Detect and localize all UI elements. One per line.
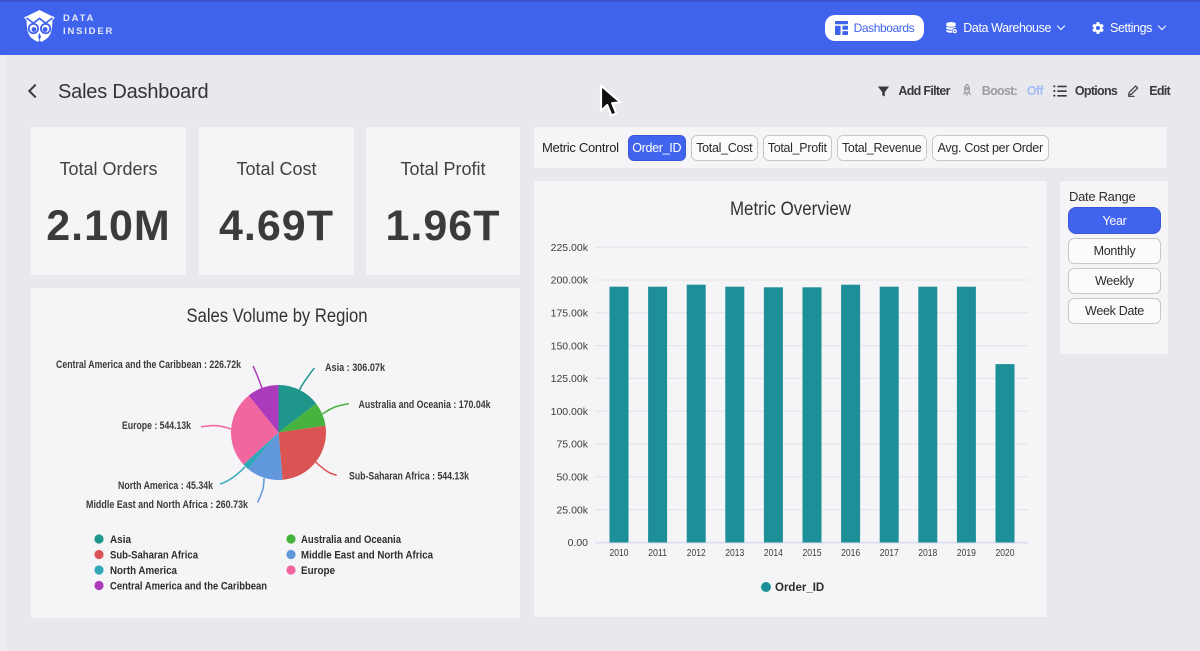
svg-text:Europe : 544.13k: Europe : 544.13k bbox=[122, 420, 192, 432]
svg-text:150.00k: 150.00k bbox=[551, 340, 589, 352]
svg-text:Asia : 306.07k: Asia : 306.07k bbox=[325, 362, 386, 374]
svg-text:225.00k: 225.00k bbox=[551, 242, 589, 254]
svg-text:Asia: Asia bbox=[110, 534, 132, 546]
svg-text:0.00: 0.00 bbox=[568, 537, 589, 549]
svg-text:100.00k: 100.00k bbox=[551, 406, 589, 418]
svg-text:Australia and Oceania: Australia and Oceania bbox=[301, 534, 402, 546]
svg-text:Order_ID: Order_ID bbox=[775, 582, 824, 594]
svg-text:2015: 2015 bbox=[803, 547, 822, 559]
svg-text:Middle East and North Africa: Middle East and North Africa bbox=[301, 550, 434, 562]
svg-text:Sales Volume by Region: Sales Volume by Region bbox=[187, 306, 368, 327]
svg-text:North America: North America bbox=[110, 565, 178, 577]
svg-text:2011: 2011 bbox=[648, 547, 667, 559]
svg-text:2019: 2019 bbox=[957, 547, 976, 559]
svg-text:2013: 2013 bbox=[725, 547, 744, 559]
svg-text:2016: 2016 bbox=[841, 547, 860, 559]
svg-text:Central America and the Caribb: Central America and the Caribbean bbox=[110, 581, 267, 593]
svg-text:2018: 2018 bbox=[918, 547, 937, 559]
svg-text:175.00k: 175.00k bbox=[551, 308, 589, 320]
svg-text:Central America and the Caribb: Central America and the Caribbean : 226.… bbox=[56, 359, 242, 371]
svg-text:2017: 2017 bbox=[880, 547, 899, 559]
svg-text:Sub-Saharan Africa : 544.13k: Sub-Saharan Africa : 544.13k bbox=[349, 471, 470, 483]
svg-text:50.00k: 50.00k bbox=[556, 472, 588, 484]
svg-text:200.00k: 200.00k bbox=[551, 275, 589, 287]
svg-text:2012: 2012 bbox=[687, 547, 706, 559]
svg-text:2020: 2020 bbox=[996, 547, 1015, 559]
svg-text:125.00k: 125.00k bbox=[551, 373, 589, 385]
svg-text:Australia and Oceania : 170.04: Australia and Oceania : 170.04k bbox=[359, 399, 492, 411]
svg-text:75.00k: 75.00k bbox=[556, 439, 588, 451]
svg-text:North America : 45.34k: North America : 45.34k bbox=[118, 480, 214, 492]
svg-text:Middle East and North Africa :: Middle East and North Africa : 260.73k bbox=[86, 499, 249, 511]
svg-text:Sub-Saharan Africa: Sub-Saharan Africa bbox=[110, 550, 199, 562]
svg-text:Europe: Europe bbox=[301, 565, 335, 577]
svg-text:2014: 2014 bbox=[764, 547, 783, 559]
svg-text:2010: 2010 bbox=[610, 547, 629, 559]
svg-text:25.00k: 25.00k bbox=[556, 504, 588, 516]
svg-text:Metric Overview: Metric Overview bbox=[730, 199, 851, 220]
